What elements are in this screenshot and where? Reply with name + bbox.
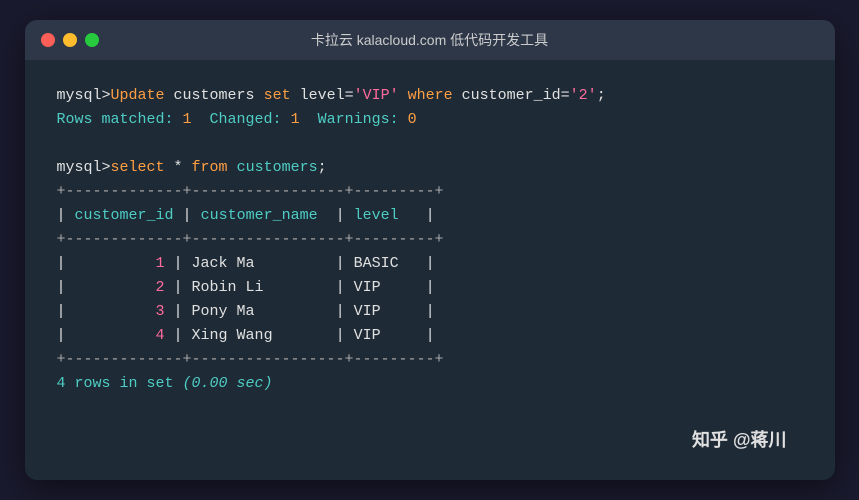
update-command-line: mysql>Update customers set level='VIP' w… bbox=[57, 84, 803, 108]
table-border-top: +-------------+-----------------+-------… bbox=[57, 180, 803, 204]
kw-from: from bbox=[192, 159, 228, 176]
blank-line bbox=[57, 132, 803, 156]
col-customer-id: customer_id bbox=[75, 207, 174, 224]
time-info: (0.00 sec) bbox=[183, 375, 273, 392]
kw-set: set bbox=[264, 87, 291, 104]
terminal-window: 卡拉云 kalacloud.com 低代码开发工具 mysql>Update c… bbox=[25, 20, 835, 480]
str-vip: 'VIP' bbox=[354, 87, 399, 104]
match-count: 1 bbox=[183, 111, 192, 128]
result-info-line: Rows matched: 1 Changed: 1 Warnings: 0 bbox=[57, 108, 803, 132]
select-command-line: mysql>select * from customers; bbox=[57, 156, 803, 180]
table-header-row: | customer_id | customer_name | level | bbox=[57, 204, 803, 228]
table-row: | 1 | Jack Ma | BASIC | bbox=[57, 252, 803, 276]
titlebar: 卡拉云 kalacloud.com 低代码开发工具 bbox=[25, 20, 835, 60]
footer-line: 4 rows in set (0.00 sec) bbox=[57, 372, 803, 396]
kw-update: Update bbox=[111, 87, 165, 104]
terminal-body: mysql>Update customers set level='VIP' w… bbox=[25, 60, 835, 480]
table-border-bottom: +-------------+-----------------+-------… bbox=[57, 348, 803, 372]
col-level: level bbox=[354, 207, 399, 224]
changed-count: 1 bbox=[291, 111, 300, 128]
table-row: | 2 | Robin Li | VIP | bbox=[57, 276, 803, 300]
kw-select: select bbox=[111, 159, 165, 176]
id-3: 3 bbox=[156, 303, 165, 320]
table-row: | 4 | Xing Wang | VIP | bbox=[57, 324, 803, 348]
str-id: '2' bbox=[570, 87, 597, 104]
prompt: mysql> bbox=[57, 87, 111, 104]
table-border-mid: +-------------+-----------------+-------… bbox=[57, 228, 803, 252]
close-button[interactable] bbox=[41, 33, 55, 47]
kw-where: where bbox=[408, 87, 453, 104]
window-title: 卡拉云 kalacloud.com 低代码开发工具 bbox=[311, 30, 548, 50]
prompt2: mysql> bbox=[57, 159, 111, 176]
col-customer-name: customer_name bbox=[201, 207, 318, 224]
table-row: | 3 | Pony Ma | VIP | bbox=[57, 300, 803, 324]
warnings-count: 0 bbox=[408, 111, 417, 128]
id-4: 4 bbox=[156, 327, 165, 344]
traffic-lights bbox=[41, 33, 99, 47]
id-1: 1 bbox=[156, 255, 165, 272]
id-2: 2 bbox=[156, 279, 165, 296]
table-name: customers bbox=[228, 159, 318, 176]
minimize-button[interactable] bbox=[63, 33, 77, 47]
watermark: 知乎 @蒋川 bbox=[692, 426, 787, 452]
maximize-button[interactable] bbox=[85, 33, 99, 47]
